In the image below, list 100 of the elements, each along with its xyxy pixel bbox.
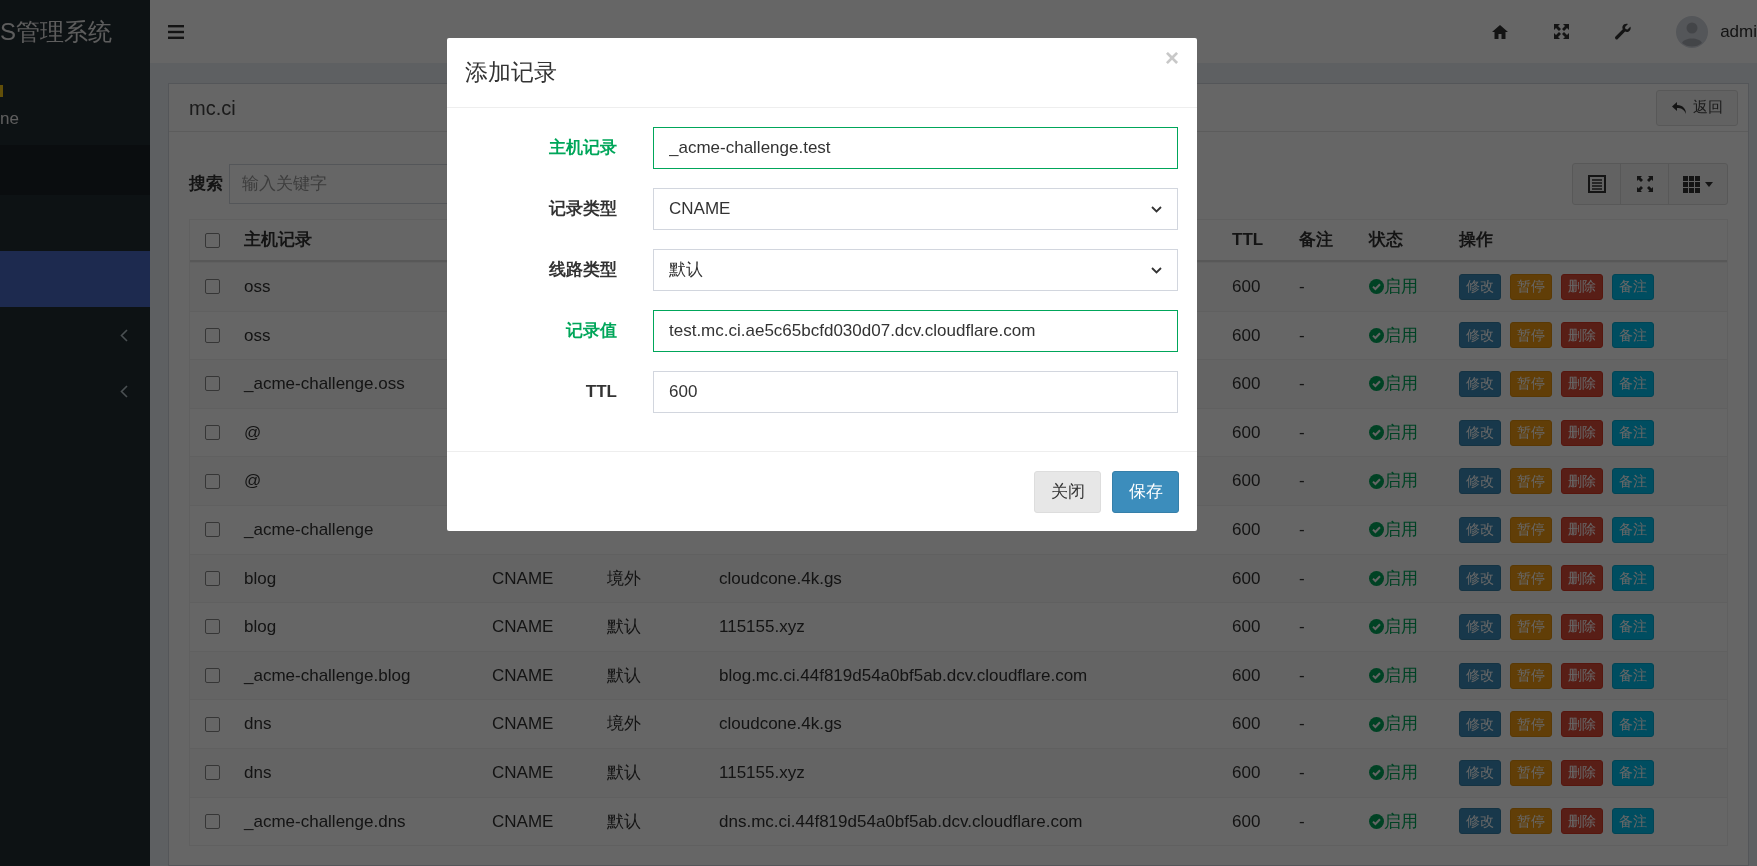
delete-button[interactable]: 删除 bbox=[1561, 419, 1603, 446]
pause-button[interactable]: 暂停 bbox=[1510, 516, 1552, 543]
expand-icon[interactable] bbox=[1553, 23, 1571, 40]
pause-button[interactable]: 暂停 bbox=[1510, 419, 1552, 446]
pause-button[interactable]: 暂停 bbox=[1510, 565, 1552, 592]
table-cell-text: - bbox=[1298, 713, 1306, 736]
pause-button[interactable]: 暂停 bbox=[1510, 662, 1552, 689]
table-cell-text: 600 bbox=[1231, 276, 1262, 299]
note-button[interactable]: 备注 bbox=[1612, 516, 1654, 543]
search-label: 搜索 bbox=[189, 173, 223, 196]
pause-button[interactable]: 暂停 bbox=[1510, 759, 1552, 786]
edit-button[interactable]: 修改 bbox=[1459, 662, 1501, 689]
pause-button[interactable]: 暂停 bbox=[1510, 322, 1552, 349]
delete-button[interactable]: 删除 bbox=[1561, 759, 1603, 786]
table-cell-text: dns bbox=[243, 762, 273, 784]
row-checkbox[interactable] bbox=[204, 473, 220, 489]
edit-button[interactable]: 修改 bbox=[1459, 371, 1501, 397]
edit-button[interactable]: 修改 bbox=[1459, 516, 1501, 543]
note-button[interactable]: 备注 bbox=[1612, 808, 1654, 835]
row-checkbox[interactable] bbox=[204, 813, 220, 829]
edit-button[interactable]: 修改 bbox=[1459, 419, 1501, 446]
input-field[interactable]: 600 bbox=[653, 371, 1178, 413]
note-button[interactable]: 备注 bbox=[1612, 273, 1654, 300]
delete-button[interactable]: 删除 bbox=[1561, 808, 1603, 835]
select-field[interactable]: CNAME bbox=[653, 188, 1178, 230]
check-circle-icon bbox=[1369, 570, 1384, 586]
check-circle-icon bbox=[1369, 473, 1384, 489]
edit-button[interactable]: 修改 bbox=[1459, 565, 1501, 592]
column-header[interactable]: 操作 bbox=[1449, 227, 1727, 253]
edit-button[interactable]: 修改 bbox=[1459, 468, 1501, 495]
field-label: 记录值 bbox=[564, 320, 617, 343]
avatar-icon[interactable] bbox=[1676, 15, 1709, 48]
input-field[interactable]: _acme-challenge.test bbox=[653, 127, 1178, 169]
check-circle-icon bbox=[1369, 619, 1384, 635]
row-checkbox[interactable] bbox=[204, 668, 220, 684]
delete-button[interactable]: 删除 bbox=[1561, 516, 1603, 543]
edit-button[interactable]: 修改 bbox=[1459, 273, 1501, 300]
table-cell-text: 600 bbox=[1231, 810, 1262, 833]
input-field[interactable]: test.mc.ci.ae5c65bcfd030d07.dcv.cloudflare.com bbox=[653, 310, 1178, 352]
column-header[interactable]: 状态 bbox=[1359, 227, 1449, 253]
edit-button[interactable]: 修改 bbox=[1459, 613, 1501, 640]
table-cell-text: 境外 bbox=[606, 713, 642, 736]
close-dialog-button[interactable]: 关闭 bbox=[1034, 470, 1101, 513]
note-button[interactable]: 备注 bbox=[1612, 468, 1654, 495]
column-header[interactable]: 备注 bbox=[1289, 227, 1359, 253]
caret-icon bbox=[1705, 181, 1713, 187]
note-button[interactable]: 备注 bbox=[1612, 565, 1654, 592]
row-checkbox[interactable] bbox=[204, 425, 220, 441]
note-button[interactable]: 备注 bbox=[1612, 613, 1654, 640]
delete-button[interactable]: 删除 bbox=[1561, 322, 1603, 349]
status-label: 启用 bbox=[1369, 565, 1418, 592]
pause-button[interactable]: 暂停 bbox=[1510, 808, 1552, 835]
delete-button[interactable]: 删除 bbox=[1561, 662, 1603, 689]
select-field[interactable]: 默认 bbox=[653, 249, 1178, 291]
table-cell-text: _acme-challenge.dns bbox=[242, 810, 407, 833]
home-icon[interactable] bbox=[1491, 23, 1510, 40]
pause-button[interactable]: 暂停 bbox=[1510, 371, 1552, 397]
delete-button[interactable]: 删除 bbox=[1561, 468, 1603, 495]
note-button[interactable]: 备注 bbox=[1612, 662, 1654, 689]
save-button[interactable]: 保存 bbox=[1112, 470, 1179, 513]
select-all-checkbox[interactable] bbox=[204, 232, 220, 248]
note-button[interactable]: 备注 bbox=[1612, 371, 1654, 397]
table-cell-text: CNAME bbox=[491, 664, 555, 687]
delete-button[interactable]: 删除 bbox=[1561, 613, 1603, 640]
row-checkbox[interactable] bbox=[204, 765, 220, 781]
user-name[interactable]: admi bbox=[1720, 18, 1757, 45]
column-header[interactable]: TTL bbox=[1222, 227, 1289, 253]
delete-button[interactable]: 删除 bbox=[1561, 273, 1603, 300]
delete-button[interactable]: 删除 bbox=[1561, 565, 1603, 592]
edit-button[interactable]: 修改 bbox=[1459, 711, 1501, 738]
edit-button[interactable]: 修改 bbox=[1459, 808, 1501, 835]
delete-button[interactable]: 删除 bbox=[1561, 371, 1603, 397]
table-cell-text: - bbox=[1298, 276, 1306, 299]
wrench-icon[interactable] bbox=[1614, 22, 1633, 41]
row-checkbox[interactable] bbox=[204, 522, 220, 538]
note-button[interactable]: 备注 bbox=[1612, 322, 1654, 349]
check-circle-icon bbox=[1369, 813, 1384, 829]
pause-button[interactable]: 暂停 bbox=[1510, 468, 1552, 495]
reply-arrow-icon bbox=[1671, 100, 1687, 115]
pause-button[interactable]: 暂停 bbox=[1510, 711, 1552, 738]
edit-button[interactable]: 修改 bbox=[1459, 322, 1501, 349]
back-button[interactable]: 返回 bbox=[1656, 89, 1738, 126]
pause-button[interactable]: 暂停 bbox=[1510, 273, 1552, 300]
row-checkbox[interactable] bbox=[204, 376, 220, 392]
list-icon bbox=[1587, 175, 1606, 193]
close-button[interactable]: × bbox=[1165, 46, 1179, 70]
menu-icon[interactable] bbox=[168, 24, 184, 39]
note-button[interactable]: 备注 bbox=[1612, 419, 1654, 446]
row-checkbox[interactable] bbox=[204, 570, 220, 586]
note-button[interactable]: 备注 bbox=[1612, 759, 1654, 786]
row-checkbox[interactable] bbox=[204, 327, 220, 343]
note-button[interactable]: 备注 bbox=[1612, 711, 1654, 738]
status-label: 启用 bbox=[1369, 662, 1418, 689]
row-checkbox[interactable] bbox=[204, 279, 220, 295]
row-checkbox[interactable] bbox=[204, 619, 220, 635]
delete-button[interactable]: 删除 bbox=[1561, 711, 1603, 738]
row-checkbox[interactable] bbox=[204, 716, 220, 732]
edit-button[interactable]: 修改 bbox=[1459, 759, 1501, 786]
pause-button[interactable]: 暂停 bbox=[1510, 613, 1552, 640]
table-cell-text: cloudcone.4k.gs bbox=[718, 567, 843, 590]
